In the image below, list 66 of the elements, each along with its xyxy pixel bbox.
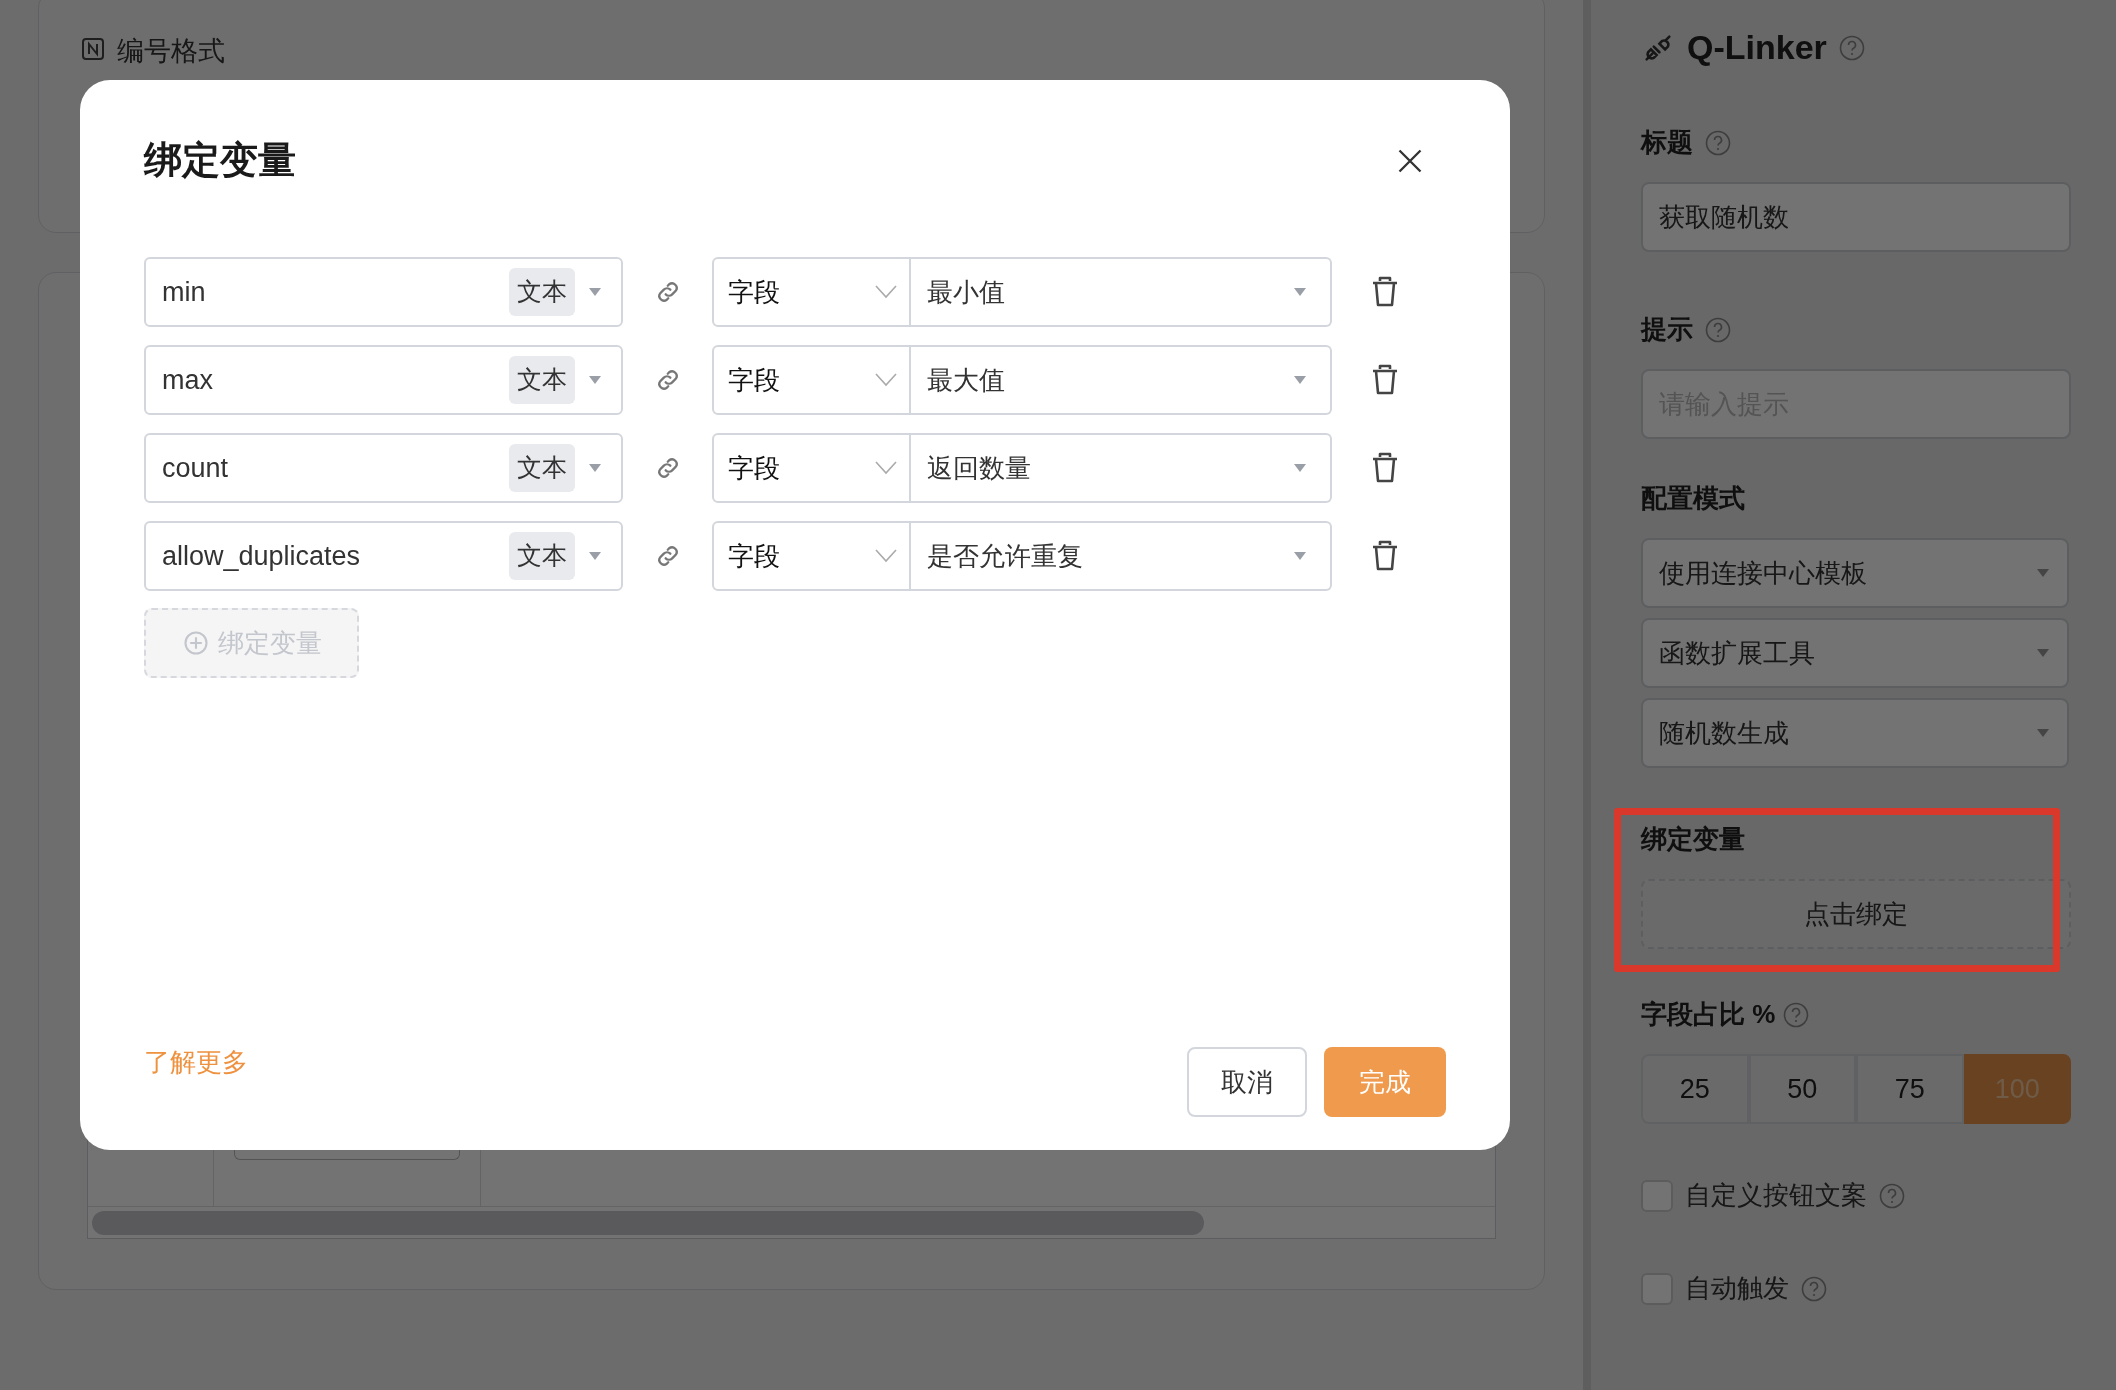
segment-option[interactable]: 50 [1748, 1054, 1856, 1124]
trash-icon [1370, 275, 1400, 309]
delete-button[interactable] [1370, 539, 1400, 573]
cancel-button[interactable]: 取消 [1187, 1047, 1307, 1117]
section-label: 字段占比 % [1641, 998, 1776, 1031]
caret-icon [587, 463, 603, 473]
caret-icon [587, 551, 603, 561]
trash-icon [1370, 451, 1400, 485]
n-square-icon [81, 37, 105, 61]
caret-icon [2035, 648, 2051, 658]
field-select[interactable]: 最大值 [911, 345, 1332, 415]
field-select[interactable]: 返回数量 [911, 433, 1332, 503]
help-icon [1705, 129, 1731, 156]
help-icon [1838, 34, 1865, 61]
segment-option[interactable]: 75 [1856, 1054, 1964, 1124]
help-icon [1801, 1275, 1827, 1302]
help-icon [1705, 316, 1731, 343]
delete-button[interactable] [1370, 451, 1400, 485]
caret-icon [2035, 728, 2051, 738]
scrollbar-thumb[interactable] [92, 1210, 1204, 1235]
source-select[interactable]: 字段 [712, 521, 911, 591]
chevron-down-icon [875, 461, 897, 475]
delete-button[interactable] [1370, 275, 1400, 309]
select-field[interactable]: 随机数生成 [1641, 698, 2069, 768]
trash-icon [1370, 363, 1400, 397]
type-tag[interactable]: 文本 [509, 356, 575, 404]
trash-icon [1370, 539, 1400, 573]
chevron-down-icon [875, 285, 897, 299]
input-field[interactable]: 获取随机数 [1641, 182, 2071, 252]
dialog-title: 绑定变量 [144, 138, 296, 183]
source-select[interactable]: 字段 [712, 433, 911, 503]
caret-icon [1292, 287, 1308, 297]
type-tag[interactable]: 文本 [509, 444, 575, 492]
select-field[interactable]: 使用连接中心模板 [1641, 538, 2069, 608]
caret-icon [1292, 463, 1308, 473]
variable-name-field[interactable]: count 文本 [144, 433, 623, 503]
variable-name-field[interactable]: allow_duplicates 文本 [144, 521, 623, 591]
delete-button[interactable] [1370, 363, 1400, 397]
caret-icon [587, 375, 603, 385]
type-tag[interactable]: 文本 [509, 268, 575, 316]
help-icon [1783, 1001, 1810, 1028]
chevron-down-icon [875, 549, 897, 563]
caret-icon [1292, 551, 1308, 561]
field-label: 标题 [1641, 126, 1693, 159]
source-select[interactable]: 字段 [712, 257, 911, 327]
variable-name-field[interactable]: max 文本 [144, 345, 623, 415]
variable-name-field[interactable]: min 文本 [144, 257, 623, 327]
section-label: 配置模式 [1641, 482, 1746, 515]
field-select[interactable]: 最小值 [911, 257, 1332, 327]
section-label: 编号格式 [117, 35, 225, 68]
segment-option[interactable]: 25 [1641, 1054, 1749, 1124]
chevron-down-icon [875, 373, 897, 387]
field-label: 提示 [1641, 313, 1693, 346]
type-tag[interactable]: 文本 [509, 532, 575, 580]
caret-icon [2035, 568, 2051, 578]
checkbox-label: 自定义按钮文案 [1685, 1179, 1867, 1212]
field-select[interactable]: 是否允许重复 [911, 521, 1332, 591]
select-field[interactable]: 函数扩展工具 [1641, 618, 2069, 688]
caret-icon [1292, 375, 1308, 385]
plus-circle-icon [181, 629, 210, 657]
caret-icon [587, 287, 603, 297]
section-label: 绑定变量 [1641, 823, 1746, 856]
help-icon [1879, 1182, 1905, 1209]
source-select[interactable]: 字段 [712, 345, 911, 415]
checkbox-label: 自动触发 [1685, 1272, 1789, 1305]
panel-title: Q-Linker [1687, 27, 1827, 68]
